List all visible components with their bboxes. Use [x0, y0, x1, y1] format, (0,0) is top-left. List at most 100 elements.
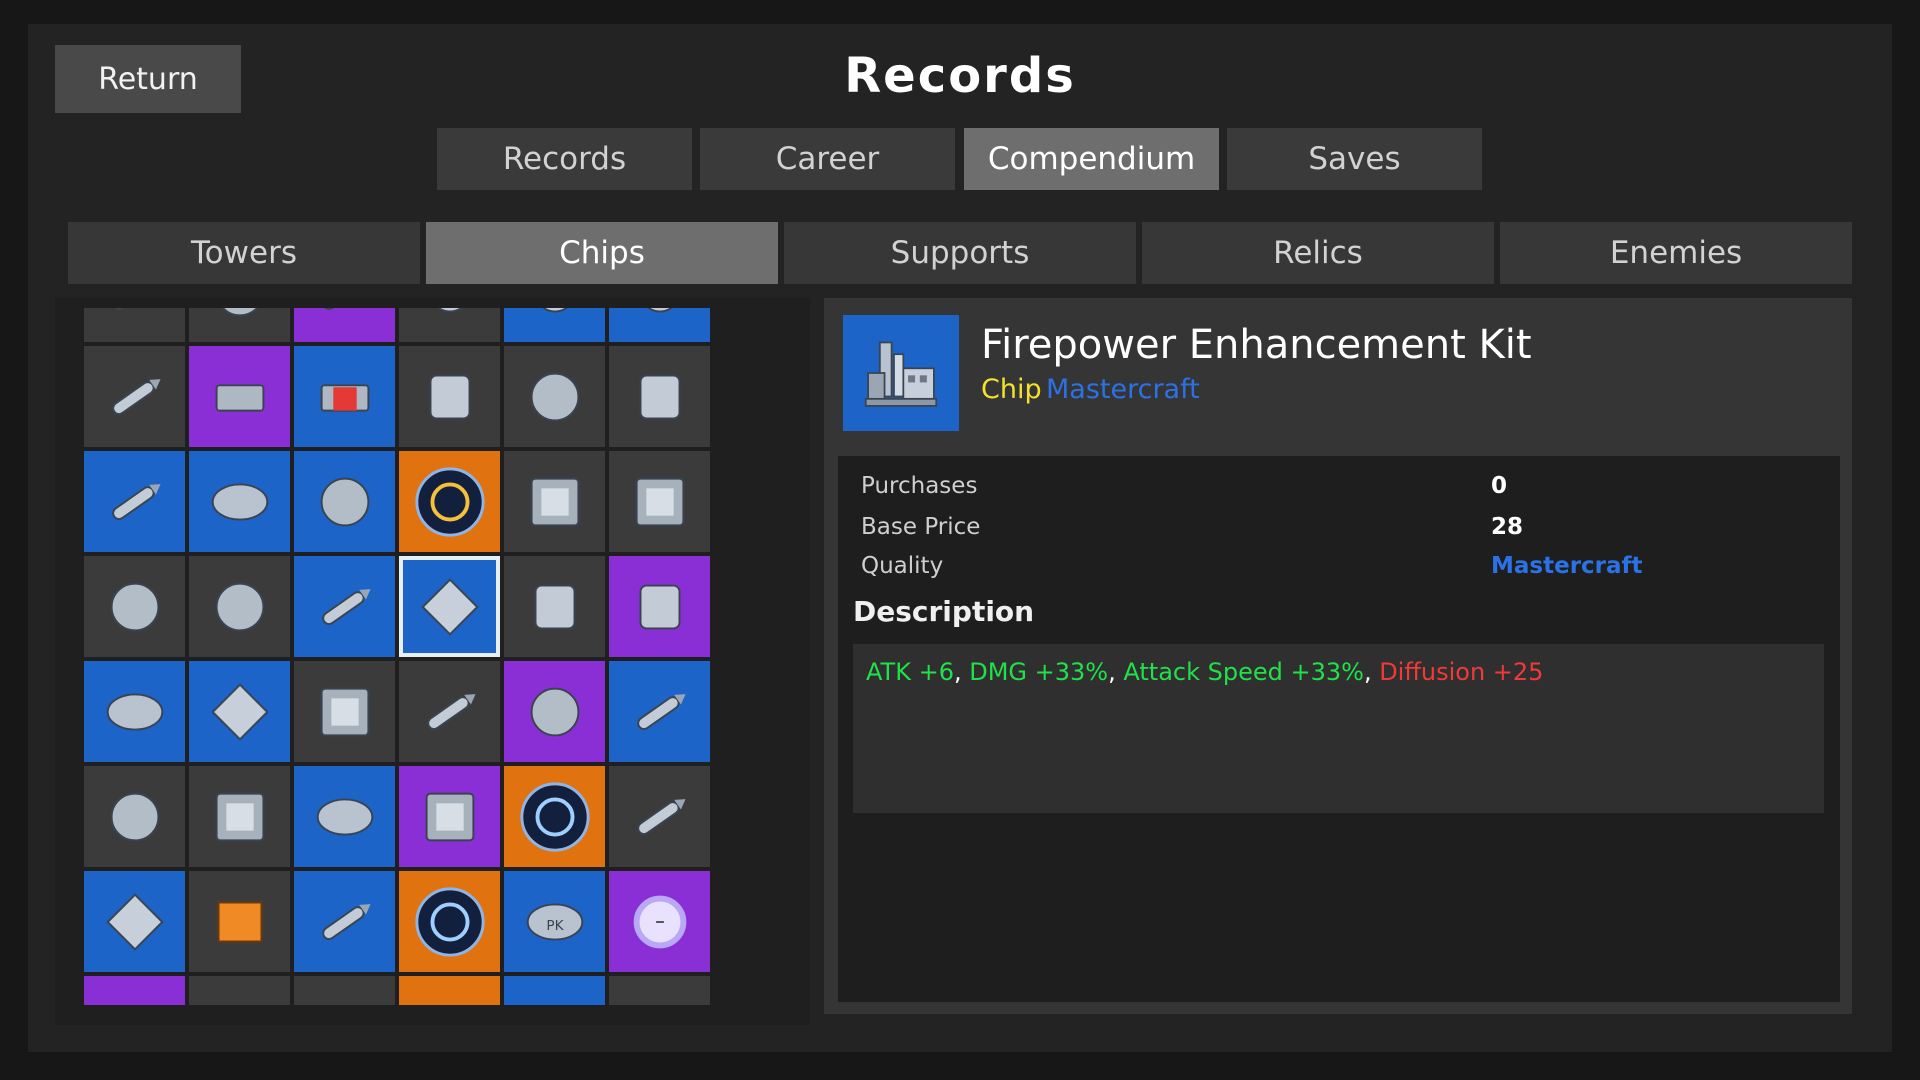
chip-cell[interactable]: [609, 451, 710, 552]
chip-cell[interactable]: [399, 451, 500, 552]
description-separator: ,: [953, 658, 970, 686]
cannon-icon: [426, 693, 476, 730]
description-segment: Diffusion +25: [1379, 658, 1544, 686]
category-tab-chips[interactable]: Chips: [426, 222, 778, 284]
chip-cell[interactable]: [399, 346, 500, 447]
chip-cell[interactable]: [84, 871, 185, 972]
tab-records[interactable]: Records: [437, 128, 692, 190]
factory-icon: [420, 577, 479, 636]
chip-cell[interactable]: [609, 766, 710, 867]
chip-cell[interactable]: PK: [504, 871, 605, 972]
chip-cell[interactable]: [189, 661, 290, 762]
category-tab-supports[interactable]: Supports: [784, 222, 1136, 284]
description-separator: ,: [1108, 658, 1124, 686]
description-segment: Attack Speed +33%: [1123, 658, 1364, 686]
detail-item-type: Chip: [981, 374, 1042, 405]
chip-cell[interactable]: [399, 661, 500, 762]
chip-cell[interactable]: [399, 871, 500, 972]
rod-icon: [111, 308, 155, 310]
gear-icon: [201, 988, 279, 1006]
mystery-chip-icon: [215, 792, 264, 841]
shell-icon: [639, 584, 680, 629]
dish-icon: [110, 582, 159, 631]
category-tab-towers[interactable]: Towers: [68, 222, 420, 284]
chip-cell[interactable]: [294, 661, 395, 762]
chip-cell[interactable]: [399, 766, 500, 867]
stat-value-quality: Mastercraft: [1491, 553, 1643, 579]
chip-cell[interactable]: [294, 976, 395, 1005]
galaxy-icon: [414, 886, 485, 957]
chip-cell[interactable]: [189, 308, 290, 342]
chip-cell[interactable]: [504, 976, 605, 1005]
chip-cell-selected[interactable]: [399, 556, 500, 657]
chip-cell[interactable]: [189, 451, 290, 552]
stat-value-base-price: 28: [1491, 514, 1524, 540]
chip-cell[interactable]: [189, 766, 290, 867]
grid-plate-icon: [320, 687, 369, 736]
category-tab-enemies[interactable]: Enemies: [1500, 222, 1852, 284]
chip-cell[interactable]: [504, 346, 605, 447]
chip-cell[interactable]: [609, 976, 710, 1005]
chip-cell[interactable]: [399, 308, 500, 342]
bullets-icon: [111, 378, 161, 415]
chip-cell[interactable]: [294, 556, 395, 657]
chip-cell[interactable]: [294, 346, 395, 447]
chip-cell[interactable]: [609, 871, 710, 972]
chip-grid-viewport[interactable]: PK: [84, 308, 714, 1005]
chip-cell[interactable]: [84, 346, 185, 447]
chip-cell[interactable]: [399, 976, 500, 1005]
chip-cell[interactable]: [189, 976, 290, 1005]
chip-cell[interactable]: [504, 556, 605, 657]
signal-icon: [106, 692, 163, 731]
recycle-chip-icon: [635, 477, 684, 526]
chip-cell[interactable]: [294, 308, 395, 342]
gear-icon: [542, 308, 567, 312]
svg-text:PK: PK: [546, 917, 564, 933]
drone-icon: [639, 374, 680, 419]
chip-cell[interactable]: [294, 871, 395, 972]
chip-cell[interactable]: [84, 556, 185, 657]
chip-cell[interactable]: [609, 308, 710, 342]
canister-icon: [215, 383, 264, 412]
chip-cell[interactable]: [84, 451, 185, 552]
chip-cell[interactable]: [609, 346, 710, 447]
tab-compendium[interactable]: Compendium: [964, 128, 1219, 190]
needle-icon: [636, 798, 686, 835]
description-segment: ATK +6: [866, 658, 954, 686]
bullet-icon: [321, 903, 371, 940]
category-tab-relics[interactable]: Relics: [1142, 222, 1494, 284]
satellite-icon: [215, 582, 264, 631]
chip-cell[interactable]: [609, 661, 710, 762]
chip-cell[interactable]: [504, 308, 605, 342]
description-segment: DMG +33%: [969, 658, 1109, 686]
chip-cell[interactable]: [189, 556, 290, 657]
chip-cell[interactable]: [189, 871, 290, 972]
chip-cell[interactable]: [84, 976, 185, 1005]
rod-icon: [321, 308, 365, 310]
chip-cell[interactable]: [84, 766, 185, 867]
chip-cell[interactable]: [504, 661, 605, 762]
cube-icon: [320, 477, 369, 526]
eclipse-icon: [414, 466, 485, 537]
scope-icon: [429, 374, 470, 419]
chip-cell[interactable]: [504, 766, 605, 867]
red-core-icon: [320, 383, 369, 412]
detail-item-quality: Mastercraft: [1046, 374, 1200, 405]
module-icon: [211, 482, 268, 521]
gear-icon: [516, 988, 594, 1006]
description-separator: ,: [1363, 658, 1380, 686]
chip-cell[interactable]: [504, 451, 605, 552]
return-button[interactable]: Return: [55, 45, 241, 113]
tab-career[interactable]: Career: [700, 128, 955, 190]
gear-icon: [437, 308, 462, 312]
tab-saves[interactable]: Saves: [1227, 128, 1482, 190]
chip-cell[interactable]: [609, 556, 710, 657]
mesh-cube-icon: [425, 792, 474, 841]
page-title: Records: [844, 48, 1076, 104]
chip-cell[interactable]: [294, 451, 395, 552]
chip-cell[interactable]: [84, 308, 185, 342]
chip-cell[interactable]: [189, 346, 290, 447]
robot-arm-icon: [530, 372, 579, 421]
chip-cell[interactable]: [84, 661, 185, 762]
chip-cell[interactable]: [294, 766, 395, 867]
